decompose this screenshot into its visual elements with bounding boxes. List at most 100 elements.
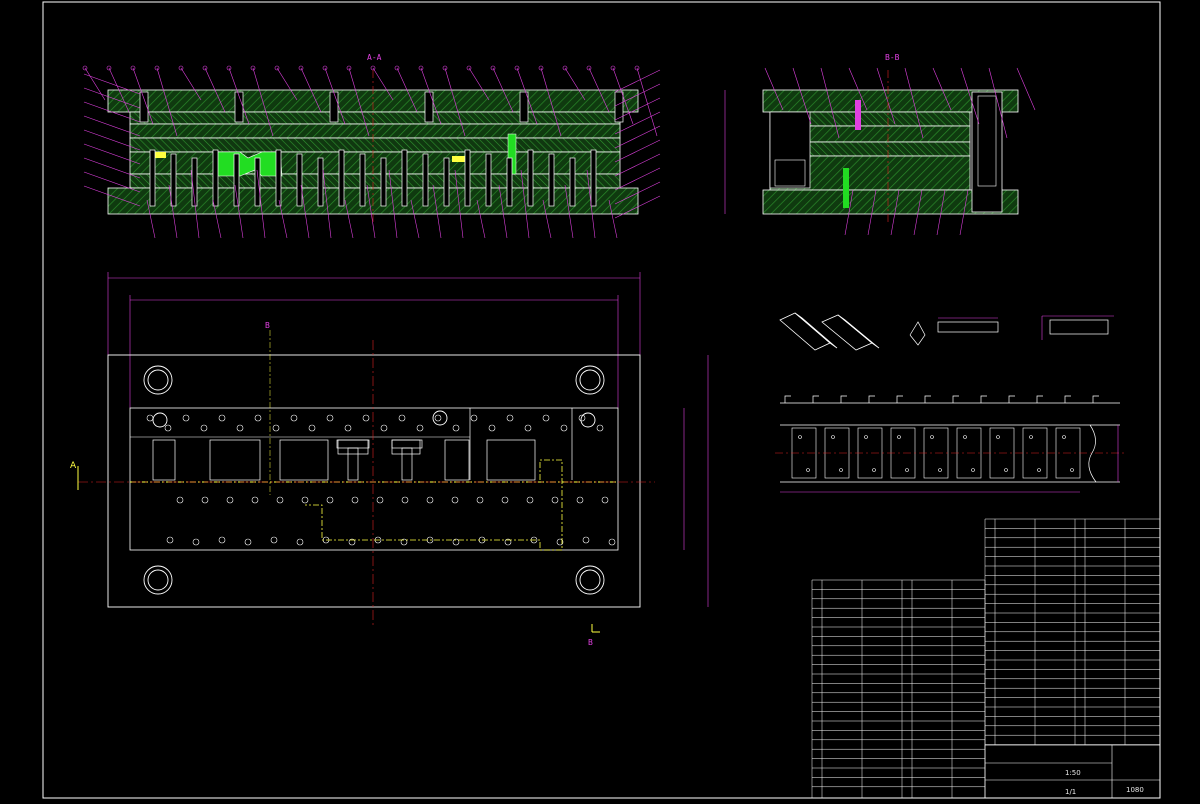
plan-small-hole-row-top [200,424,208,432]
aa-guide-post [424,91,434,123]
drawing-canvas: A-A B-B B A B 1080 1:50 1/1 [42,1,1161,799]
plan-small-hole-row-mid [476,496,484,504]
bom-right-grid [984,518,1161,745]
aa-pin [422,153,429,207]
strip-pilot-hole [963,435,967,439]
strip-pilot-hole [831,435,835,439]
strip-pilot-hole [971,468,975,472]
title-block-sheet: 1/1 [1065,788,1076,796]
lower-backing-plate [129,173,621,189]
aa-pin [548,153,555,207]
plan-small-hole-row-mid [376,496,384,504]
plan-small-hole-row-top [308,424,316,432]
strip-pilot-hole [1070,468,1074,472]
aa-pin [401,149,408,207]
strip-pilot-hole [872,468,876,472]
plan-small-hole-row-mid [551,496,559,504]
strip-pilot-hole [996,435,1000,439]
strip-profile-marks [784,395,1099,403]
plan-mark-a-left: A [70,461,77,471]
aa-pin [233,153,240,207]
plan-small-hole-row-mid [226,496,234,504]
plan-small-hole-row-top [362,414,370,422]
aa-pin [170,153,177,207]
plan-small-hole-row-bot [608,538,616,546]
plan-view: B A B [70,272,709,647]
plan-small-hole-row-top [254,414,262,422]
plan-small-hole-row-bot [244,538,252,546]
upper-backing-plate [129,111,621,125]
plan-small-hole-row-top [488,424,496,432]
strip-pilot-hole [1037,468,1041,472]
strip-pilot-hole [905,468,909,472]
plan-small-hole-row-top [272,424,280,432]
strip-pilot-hole [1029,435,1033,439]
plan-small-hole-row-bot [166,536,174,544]
part-front-view [937,321,999,333]
aa-pin [464,149,471,207]
plan-small-hole-row-top [542,414,550,422]
plan-small-hole-row-top [416,424,424,432]
plan-small-hole-row-mid [601,496,609,504]
aa-pin [569,157,576,207]
strip-profile-tab [1036,395,1043,403]
plan-small-hole-row-top [164,424,172,432]
strip-profile-tab [1092,395,1099,403]
section-aa-label: A-A [367,53,382,62]
aa-leader-right [614,167,661,191]
plan-small-hole-row-top [344,424,352,432]
aa-pin [527,149,534,207]
title-block-scale: 1:50 [1065,769,1081,777]
plan-small-hole-row-top [290,414,298,422]
plan-small-hole-row-mid [501,496,509,504]
strip-profile-tab [896,395,903,403]
strip-layout [775,395,1125,493]
plan-bottom-plate [107,354,641,608]
plan-small-hole-row-top [506,414,514,422]
section-bb-label: B-B [885,53,900,62]
aa-pin [212,149,219,207]
plan-mark-b-bottom: B [588,638,593,647]
strip-pilot-hole [864,435,868,439]
plan-small-hole-row-mid [351,496,359,504]
strip-profile-tab [868,395,875,403]
plan-small-hole-row-mid [276,496,284,504]
plan-cavity-group [152,439,536,481]
aa-leader-right [614,153,661,177]
strip-profile-tab [840,395,847,403]
plan-small-hole-row-mid [451,496,459,504]
plan-bushing-hole [152,412,168,428]
plan-small-hole-row-top [182,414,190,422]
section-bb-view: B-B [724,53,1036,236]
plan-cavity [486,439,536,481]
plan-small-hole-row-mid [326,496,334,504]
plan-small-hole-row-top [452,424,460,432]
plan-small-hole-row-top [524,424,532,432]
die-plate [129,151,621,175]
plan-t-cavity-top [391,439,423,449]
strip-pilot-hole [930,435,934,439]
aa-pin [485,153,492,207]
part-top-view [1049,319,1109,335]
strip-profile-tab [784,395,791,403]
cad-drawing-sheet: A-A B-B B A B 1080 1:50 1/1 [0,0,1200,800]
strip-break-line [1088,424,1097,483]
bb-guide-post [971,91,1003,213]
plan-small-hole-row-mid [526,496,534,504]
bb-green-pin [843,168,849,208]
aa-guide-post [519,91,529,123]
plan-small-hole-row-top [146,414,154,422]
plan-small-hole-row-top [326,414,334,422]
plan-small-hole-row-mid [576,496,584,504]
plan-guide-hole-inner [147,369,169,391]
aa-pin [254,157,261,207]
part-iso-b-edge [837,314,880,349]
aa-guide-post [614,91,624,123]
stripper-plate [129,137,621,153]
plan-section-path [305,459,563,551]
aa-pin [338,149,345,207]
strip-profile-tab [980,395,987,403]
plan-die-plate [129,407,619,551]
aa-pin [359,153,366,207]
aa-leader-right [614,139,661,163]
